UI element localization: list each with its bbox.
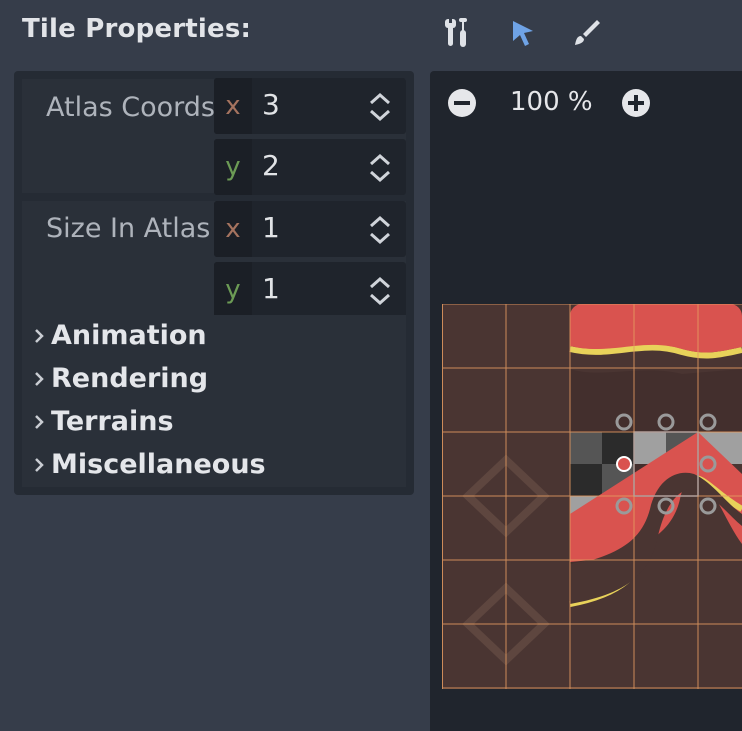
tile-atlas-image[interactable] (442, 304, 742, 689)
chevron-right-icon (35, 329, 44, 343)
select-arrow-icon[interactable] (505, 16, 539, 50)
zoom-level[interactable]: 100 % (510, 87, 593, 117)
size-in-atlas-y-spinbox[interactable]: y 1 (214, 262, 406, 318)
atlas-coords-label: Atlas Coords (46, 92, 216, 123)
texture-origin-handle[interactable] (616, 456, 632, 472)
chevron-right-icon (35, 372, 44, 386)
atlas-coords-y-spinbox[interactable]: y 2 (214, 139, 406, 195)
size-in-atlas-x-value[interactable]: 1 (262, 211, 280, 244)
section-terrains[interactable]: Terrains (22, 401, 406, 444)
section-rendering[interactable]: Rendering (22, 358, 406, 401)
tools-icon[interactable] (440, 16, 474, 50)
tile-properties-title: Tile Properties: (22, 14, 252, 44)
y-axis-label: y (214, 262, 252, 318)
x-axis-label: x (214, 201, 252, 257)
chevron-right-icon (35, 415, 44, 429)
atlas-coords-y-value[interactable]: 2 (262, 149, 280, 182)
section-label: Miscellaneous (51, 449, 266, 480)
section-animation[interactable]: Animation (22, 315, 406, 358)
spin-arrows-icon[interactable] (368, 276, 392, 306)
size-in-atlas-x-spinbox[interactable]: x 1 (214, 201, 406, 257)
spin-arrows-icon[interactable] (368, 92, 392, 122)
atlas-coords-x-spinbox[interactable]: x 3 (214, 78, 406, 134)
y-axis-label: y (214, 139, 252, 195)
size-in-atlas-label: Size In Atlas (46, 213, 211, 244)
section-label: Terrains (51, 406, 174, 437)
zoom-in-icon[interactable] (620, 87, 652, 119)
chevron-right-icon (35, 458, 44, 472)
section-label: Animation (51, 320, 207, 351)
section-label: Rendering (51, 363, 209, 394)
spin-arrows-icon[interactable] (368, 153, 392, 183)
x-axis-label: x (214, 78, 252, 134)
zoom-out-icon[interactable] (446, 87, 478, 119)
section-miscellaneous[interactable]: Miscellaneous (22, 444, 406, 487)
spin-arrows-icon[interactable] (368, 215, 392, 245)
size-in-atlas-y-value[interactable]: 1 (262, 272, 280, 305)
paint-brush-icon[interactable] (570, 16, 604, 50)
tile-properties-panel: Atlas Coords x 3 y 2 Size In Atlas x 1 y… (14, 71, 414, 495)
atlas-coords-x-value[interactable]: 3 (262, 88, 280, 121)
